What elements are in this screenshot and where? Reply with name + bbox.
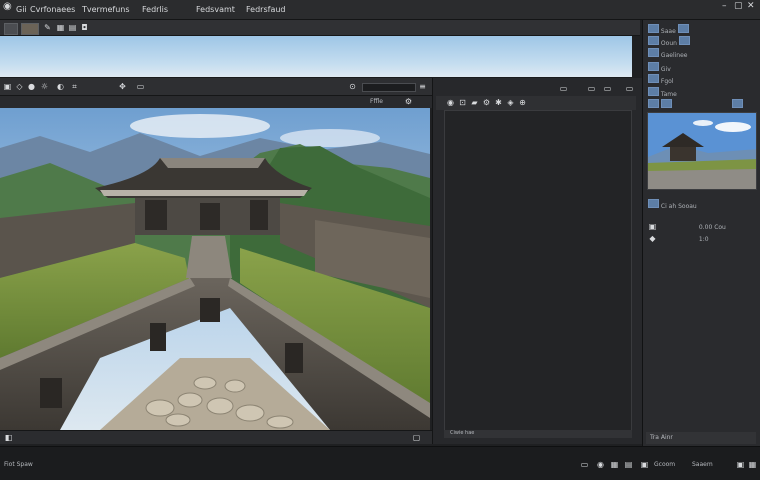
- outliner-footer-label: Ciwie hae: [450, 430, 475, 436]
- color-swatch: [678, 36, 690, 45]
- viewport-toolbar: ▣ ◇ ● ☼ ◐ ⌗ ✥ ▭ ⊙ ≡: [0, 78, 432, 96]
- color-swatch: [648, 62, 659, 71]
- color-swatch: [648, 199, 659, 208]
- snap-icon[interactable]: ⌗: [70, 82, 79, 91]
- lock-icon[interactable]: ⊡: [458, 98, 467, 107]
- link-value-icon: ▣: [648, 222, 657, 231]
- perspective-icon[interactable]: ◇: [15, 82, 24, 91]
- status-icon-2[interactable]: ◉: [596, 460, 605, 469]
- texture-tool-button[interactable]: [21, 23, 39, 35]
- status-right-label-2[interactable]: Saaem: [692, 461, 713, 468]
- outliner-footer: Ciwie hae: [444, 430, 632, 438]
- prop-row-4[interactable]: Giv: [648, 62, 671, 73]
- details-footer-label: Tra Ainr: [650, 434, 673, 441]
- camera-speed-icon[interactable]: ▭: [136, 82, 145, 91]
- star-icon[interactable]: ✱: [494, 98, 503, 107]
- eye-icon[interactable]: ◉: [446, 98, 455, 107]
- paint-icon[interactable]: ✎: [43, 23, 52, 32]
- show-icon[interactable]: ◐: [56, 82, 65, 91]
- color-swatch: [648, 36, 659, 45]
- viewport-sub-toolbar: Fffle ⚙: [0, 96, 432, 108]
- main-toolbar: ✎ ▦ ▤ ◘: [0, 20, 640, 36]
- gizmo-icon[interactable]: ✥: [118, 82, 127, 91]
- sort-icon[interactable]: ▭: [587, 84, 596, 93]
- lighting-icon[interactable]: ☼: [40, 82, 49, 91]
- value-row-2[interactable]: ◆ 1:0: [648, 234, 708, 243]
- keyframe-icon: ◆: [649, 234, 656, 243]
- viewport-bottom-bar: ◧ ▢: [0, 430, 432, 444]
- scene-viewport[interactable]: [0, 108, 430, 430]
- menu-item-1[interactable]: Gii: [16, 5, 27, 14]
- close-icon[interactable]: ✕: [747, 1, 755, 11]
- outliner-header: ◉ ⊡ ▰ ⚙ ✱ ◈ ⊕: [436, 96, 636, 110]
- color-swatch: [648, 24, 659, 33]
- viewport-field-value: Fffle: [370, 98, 383, 105]
- color-swatch: [677, 24, 689, 33]
- scene-render: [0, 108, 430, 430]
- viewport-menu-icon[interactable]: ≡: [418, 82, 427, 91]
- color-swatch: [648, 87, 659, 96]
- maximize-icon[interactable]: ▢: [734, 1, 743, 11]
- minimize-icon[interactable]: –: [722, 1, 727, 11]
- status-right-label-1[interactable]: Gcoom: [654, 461, 675, 468]
- add-icon[interactable]: ⊕: [518, 98, 527, 107]
- filter-icon[interactable]: ▭: [559, 84, 568, 93]
- status-icon-5[interactable]: ▣: [640, 460, 649, 469]
- color-swatch: [660, 99, 672, 108]
- layers-icon[interactable]: ▤: [68, 23, 77, 32]
- status-icon-3[interactable]: ▦: [610, 460, 619, 469]
- prop-row-1[interactable]: Saae: [648, 24, 689, 35]
- camera-icon[interactable]: ◘: [80, 23, 89, 32]
- viewport-settings-icon[interactable]: ⚙: [404, 97, 413, 106]
- fullscreen-icon[interactable]: ▢: [412, 433, 421, 442]
- color-swatch: [648, 74, 659, 83]
- status-left-label: Fiot Spaw: [4, 461, 33, 468]
- outliner-list[interactable]: [444, 110, 632, 432]
- menu-item-3[interactable]: Tvermefuns: [82, 5, 130, 14]
- color-swatch: [731, 99, 743, 108]
- shading-icon[interactable]: ●: [27, 82, 36, 91]
- gear-icon[interactable]: ⚙: [482, 98, 491, 107]
- status-bar: Fiot Spaw ▭ ◉ ▦ ▤ ▣ Gcoom Saaem ▣ ▦: [0, 446, 760, 480]
- status-icon-4[interactable]: ▤: [624, 460, 633, 469]
- link-icon[interactable]: ⊙: [348, 82, 357, 91]
- prop-row-2[interactable]: Ooun: [648, 36, 690, 47]
- prop-row-7[interactable]: [648, 99, 743, 108]
- folder-icon[interactable]: ▰: [470, 98, 479, 107]
- color-swatch: [648, 99, 659, 108]
- grid-icon[interactable]: ▦: [56, 23, 65, 32]
- prop-row-6[interactable]: Tame: [648, 87, 677, 98]
- preview-thumbnail[interactable]: [647, 112, 757, 190]
- details-footer: Tra Ainr: [646, 432, 756, 444]
- preview-render: [648, 113, 756, 189]
- color-swatch: [648, 48, 659, 57]
- menu-item-6[interactable]: Fedrsfaud: [246, 5, 286, 14]
- menu-item-2[interactable]: Cvrfonaees: [30, 5, 75, 14]
- view-options-icon[interactable]: ▭: [603, 84, 612, 93]
- status-icon-1[interactable]: ▭: [580, 460, 589, 469]
- panel-close-icon[interactable]: ▭: [625, 84, 634, 93]
- menu-bar: ◉ Gii Cvrfonaees Tvermefuns Fedrlis Feds…: [0, 0, 760, 20]
- app-logo-icon[interactable]: ◉: [3, 1, 12, 12]
- tag-icon[interactable]: ◈: [506, 98, 515, 107]
- view-mode-icon[interactable]: ▣: [3, 82, 12, 91]
- viewport-search-input[interactable]: [362, 83, 416, 92]
- notification-icon[interactable]: ▣: [736, 460, 745, 469]
- content-browser-icon[interactable]: ◧: [4, 433, 13, 442]
- prop-row-5[interactable]: Fgol: [648, 74, 674, 85]
- menu-item-4[interactable]: Fedrlis: [142, 5, 168, 14]
- prop-row-3[interactable]: Gaelinee: [648, 48, 687, 59]
- select-tool-button[interactable]: [4, 23, 18, 35]
- status-settings-icon[interactable]: ▦: [748, 460, 757, 469]
- sky-reference-panel: [0, 36, 632, 78]
- value-row-1[interactable]: ▣ 0.00 Cou: [648, 222, 726, 231]
- section-header-row[interactable]: Ci ah Sooau: [648, 199, 697, 210]
- menu-item-5[interactable]: Fedsvamt: [196, 5, 235, 14]
